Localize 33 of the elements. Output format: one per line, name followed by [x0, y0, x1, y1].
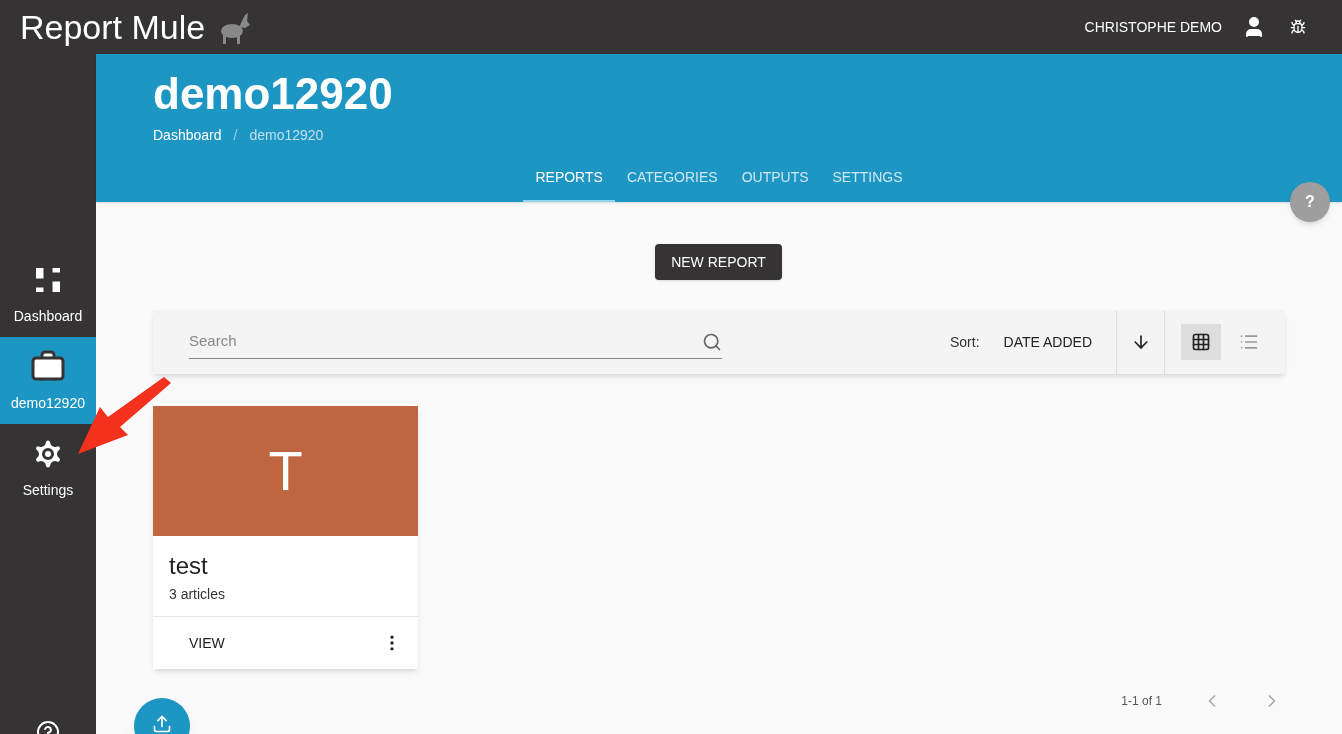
- sidebar-item[interactable]: demo12920: [0, 337, 96, 424]
- report-initial: T: [268, 438, 303, 504]
- list-icon: [1239, 332, 1259, 352]
- sidebar-label: Settings: [22, 480, 74, 500]
- breadcrumb-current: demo12920: [249, 126, 324, 145]
- project-title: demo12920: [153, 68, 394, 120]
- sort-label: Sort:: [950, 333, 980, 352]
- new-report-button[interactable]: NEW REPORT: [655, 244, 782, 280]
- user-name: CHRISTOPHE DEMO: [1084, 18, 1222, 37]
- search-field[interactable]: Search: [189, 325, 722, 359]
- grid-icon: [1191, 332, 1211, 352]
- sidebar-label: demo12920: [11, 393, 85, 413]
- upload-icon: [152, 714, 172, 734]
- search-input[interactable]: Search: [189, 330, 702, 353]
- tab[interactable]: SETTINGS: [820, 154, 915, 202]
- search-icon: [702, 331, 722, 352]
- sidebar-item[interactable]: Dashboard: [0, 250, 96, 337]
- article-count: 3 articles: [169, 585, 227, 604]
- bug-icon[interactable]: [1290, 19, 1306, 35]
- view-button[interactable]: VIEW: [169, 625, 245, 661]
- sidebar-label: Dashboard: [13, 306, 83, 326]
- pagination-range: 1-1 of 1: [1121, 693, 1162, 709]
- tab[interactable]: OUTPUTS: [729, 154, 821, 202]
- grid-view-button[interactable]: [1181, 324, 1221, 360]
- breadcrumb-link[interactable]: Dashboard: [153, 125, 222, 145]
- tab[interactable]: REPORTS: [523, 154, 615, 202]
- help-button[interactable]: ?: [1290, 182, 1330, 222]
- report-name: test: [169, 551, 209, 581]
- app-logo-text: Report Mule: [20, 6, 206, 48]
- sort-dropdown[interactable]: DATE ADDED: [1003, 332, 1092, 352]
- breadcrumb-separator: /: [233, 126, 238, 145]
- tab[interactable]: CATEGORIES: [614, 154, 730, 202]
- sidebar-item[interactable]: Settings: [0, 424, 96, 511]
